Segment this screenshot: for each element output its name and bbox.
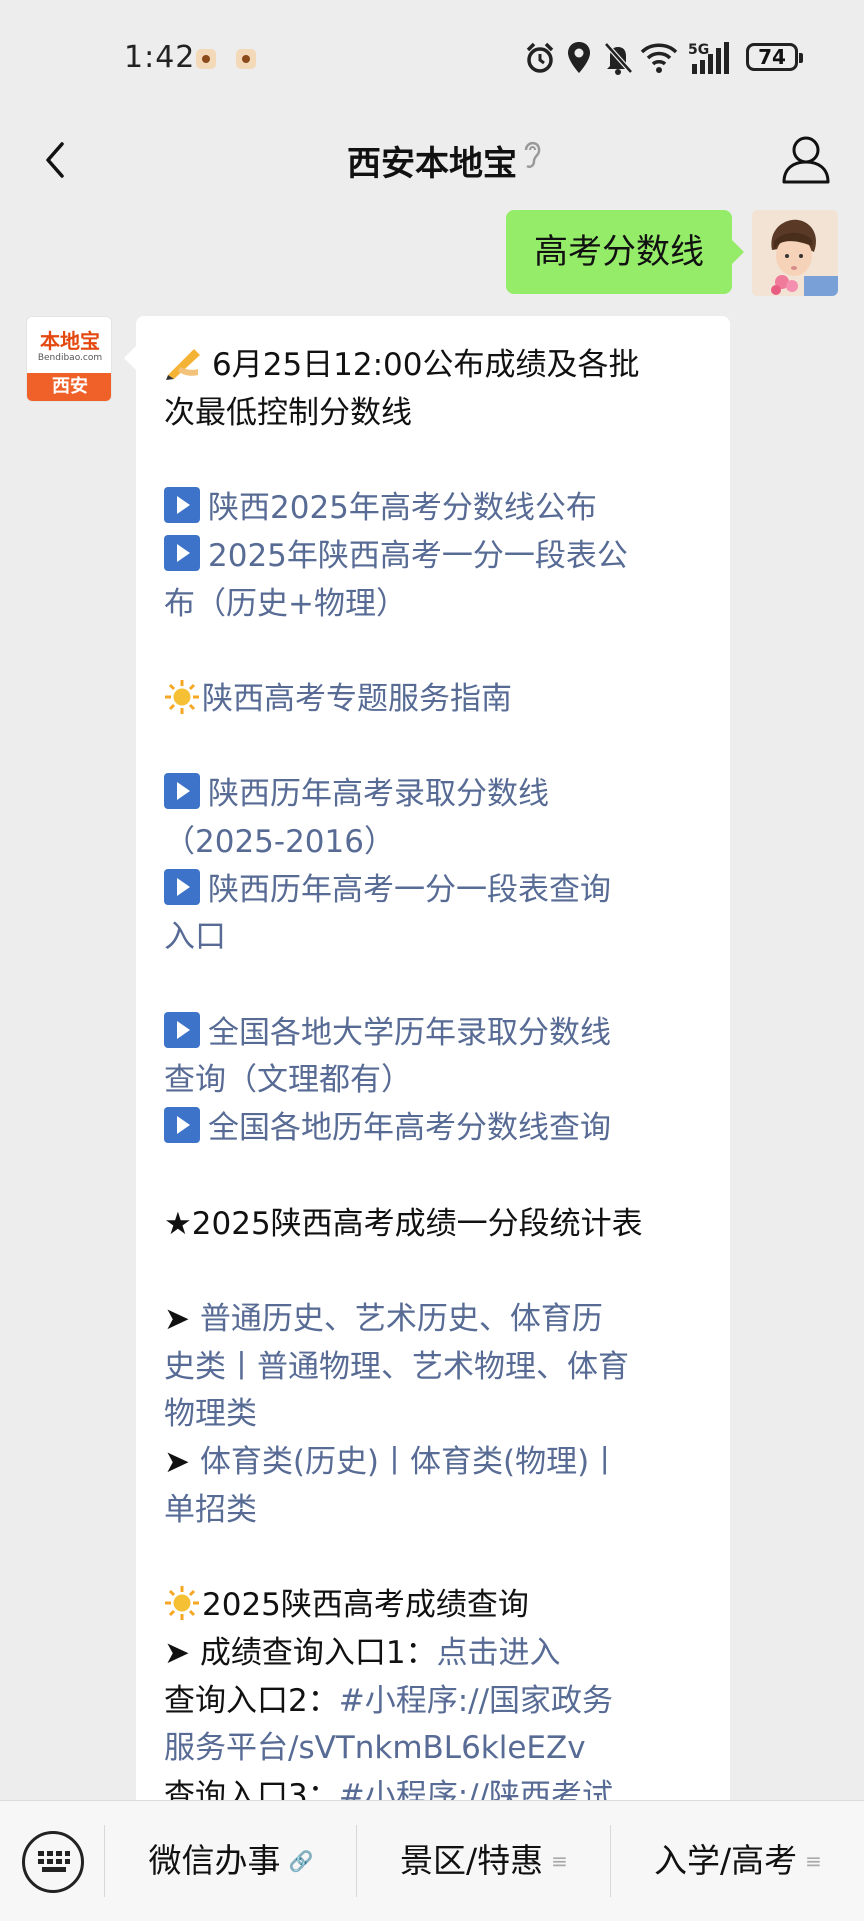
section-heading: 2025陕西高考成绩查询 — [202, 1587, 529, 1624]
link-text[interactable]: 查询（文理都有） — [164, 1057, 702, 1105]
submenu-icon: ≡ — [805, 1849, 822, 1873]
link-line[interactable]: 全国各地大学历年录取分数线 — [164, 1010, 702, 1058]
menu-item-wechat-services[interactable]: 微信办事 🔗 — [106, 1801, 356, 1921]
link-line[interactable]: 陕西高考专题服务指南 — [164, 676, 702, 724]
link-text[interactable]: #小程序://国家政务 — [339, 1683, 613, 1719]
link-text[interactable]: 普通历史、艺术历史、体育历 — [200, 1301, 603, 1337]
line-text: 6月25日12:00公布成绩及各批 — [212, 347, 640, 383]
link-line[interactable]: 陕西历年高考一分一段表查询 — [164, 867, 702, 915]
mute-bell-icon — [604, 42, 633, 75]
menu-divider — [104, 1825, 105, 1897]
link-line[interactable]: 陕西历年高考录取分数线 — [164, 771, 702, 819]
sun-icon — [165, 1586, 199, 1621]
signal-icon — [692, 42, 729, 74]
menu-divider — [610, 1825, 611, 1897]
official-account-avatar[interactable]: 本地宝 Bendibao.com 西安 — [26, 316, 112, 402]
link-line[interactable]: 2025年陕西高考一分一段表公 — [164, 533, 702, 581]
link-text[interactable]: 服务平台/sVTnkmBL6kleEZv — [164, 1725, 702, 1773]
play-button-icon — [164, 868, 200, 905]
alarm-icon — [526, 42, 554, 73]
message-line: 6月25日12:00公布成绩及各批 — [164, 342, 702, 390]
notification-icon — [196, 49, 216, 69]
arrow-bullet: ➤ — [164, 1444, 200, 1481]
link-line[interactable]: ➤ 体育类(历史)丨体育类(物理)丨 — [164, 1439, 702, 1487]
bot-message-bubble: 6月25日12:00公布成绩及各批 次最低控制分数线 陕西2025年高考分数线公… — [124, 316, 730, 1800]
link-text[interactable]: 史类丨普通物理、艺术物理、体育 — [164, 1344, 702, 1392]
message-line: 查询入口2：#小程序://国家政务 — [164, 1678, 702, 1726]
link-text[interactable]: 陕西历年高考一分一段表查询 — [208, 872, 611, 908]
line-text: 查询入口2： — [164, 1682, 339, 1719]
link-text[interactable]: 陕西历年高考录取分数线 — [208, 776, 549, 812]
submenu-icon: ≡ — [551, 1849, 568, 1873]
play-button-icon — [164, 487, 200, 524]
battery-indicator: 74 — [746, 43, 803, 71]
user-avatar-photo — [752, 210, 838, 296]
link-line[interactable]: ➤ 普通历史、艺术历史、体育历 — [164, 1296, 702, 1344]
link-text[interactable]: 物理类 — [164, 1391, 702, 1439]
profile-icon[interactable] — [776, 128, 836, 192]
writing-hand-icon — [166, 349, 200, 380]
arrow-bullet: ➤ — [164, 1300, 200, 1337]
user-message-bubble[interactable]: 高考分数线 — [506, 210, 744, 294]
status-time: 1:42 — [124, 40, 196, 75]
link-text[interactable]: 陕西高考专题服务指南 — [202, 681, 512, 717]
menu-label: 微信办事 — [148, 1841, 281, 1880]
ear-icon — [524, 141, 541, 169]
menu-divider — [356, 1825, 357, 1897]
link-text[interactable]: 点击进入 — [437, 1635, 561, 1671]
message-line: ➤ 成绩查询入口1：点击进入 — [164, 1630, 702, 1678]
logo-text-top: 本地宝 — [40, 329, 100, 353]
message-line: 查询入口3：#小程序://陕西考试 — [164, 1773, 702, 1800]
notification-icon — [236, 49, 256, 69]
section-heading: ★2025陕西高考成绩一分段统计表 — [164, 1205, 643, 1242]
line-text: 查询入口3： — [164, 1777, 339, 1800]
link-text[interactable]: 单招类 — [164, 1487, 702, 1535]
chat-area[interactable]: 高考分数线 本地宝 Bendibao.com 西安 6月25日12:00公布成绩… — [0, 210, 864, 1800]
link-text[interactable]: 布（历史+物理） — [164, 581, 702, 629]
play-button-icon — [164, 773, 200, 810]
line-text: 次最低控制分数线 — [164, 394, 412, 431]
message-line: 2025陕西高考成绩查询 — [164, 1582, 702, 1630]
menu-label: 入学/高考 — [654, 1841, 798, 1880]
user-avatar[interactable] — [752, 210, 838, 296]
link-text[interactable]: 全国各地历年高考分数线查询 — [208, 1110, 611, 1146]
logo-text-bottom: 西安 — [27, 373, 111, 401]
play-button-icon — [164, 1107, 200, 1144]
bottom-menu-bar: 微信办事 🔗 景区/特惠 ≡ 入学/高考 ≡ — [0, 1800, 864, 1921]
link-text[interactable]: 全国各地大学历年录取分数线 — [208, 1015, 611, 1051]
keyboard-toggle-button[interactable] — [22, 1831, 84, 1893]
link-text[interactable]: 体育类(历史)丨体育类(物理)丨 — [200, 1444, 620, 1480]
line-text: ➤ 成绩查询入口1： — [164, 1634, 437, 1671]
play-button-icon — [164, 534, 200, 571]
menu-item-school-exam[interactable]: 入学/高考 ≡ — [612, 1801, 864, 1921]
link-text[interactable]: 入口 — [164, 914, 702, 962]
link-text[interactable]: 陕西2025年高考分数线公布 — [208, 490, 597, 526]
link-text[interactable]: #小程序://陕西考试 — [339, 1778, 613, 1800]
chat-title: 西安本地宝 — [347, 144, 517, 184]
status-bar: 1:42 5G 74 — [0, 0, 864, 110]
menu-item-scenic-deals[interactable]: 景区/特惠 ≡ — [358, 1801, 610, 1921]
sun-icon — [165, 679, 199, 714]
link-text[interactable]: （2025-2016） — [164, 819, 702, 867]
wifi-icon — [640, 43, 678, 73]
link-line[interactable]: 全国各地历年高考分数线查询 — [164, 1105, 702, 1153]
link-line[interactable]: 陕西2025年高考分数线公布 — [164, 485, 702, 533]
menu-label: 景区/特惠 — [400, 1841, 544, 1880]
logo-text-mid: Bendibao.com — [37, 353, 103, 363]
location-icon — [568, 42, 590, 73]
nav-bar: 西安本地宝 — [0, 110, 864, 210]
keyboard-icon — [38, 1851, 70, 1872]
link-icon: 🔗 — [288, 1849, 314, 1873]
play-button-icon — [164, 1011, 200, 1048]
link-text[interactable]: 2025年陕西高考一分一段表公 — [208, 538, 628, 574]
